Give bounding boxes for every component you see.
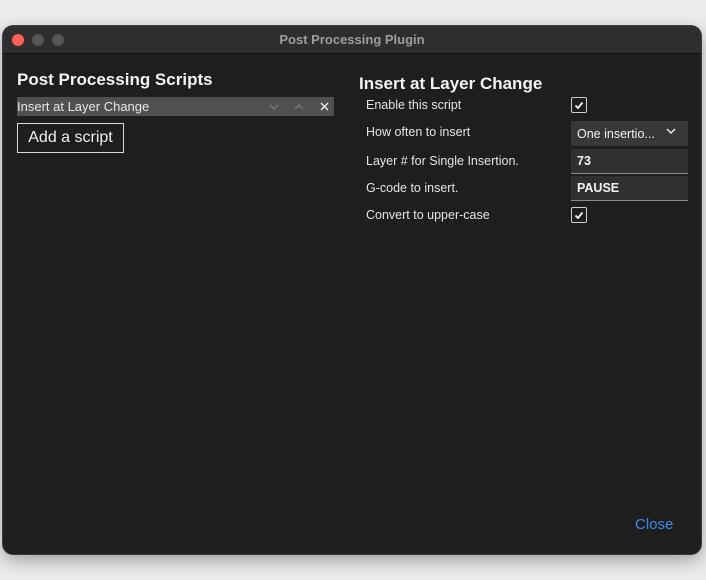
layer-number-label: Layer # for Single Insertion.	[366, 154, 519, 168]
uppercase-checkbox[interactable]	[571, 207, 587, 223]
plugin-window: Post Processing Plugin Post Processing S…	[3, 26, 701, 554]
how-often-value: One insertio...	[577, 126, 655, 141]
gcode-value: PAUSE	[577, 181, 620, 195]
chevron-down-icon	[666, 128, 676, 134]
script-settings-heading: Insert at Layer Change	[359, 74, 543, 93]
layer-number-value: 73	[577, 154, 591, 168]
chevron-up-icon[interactable]	[292, 97, 306, 116]
script-item-label: Insert at Layer Change	[17, 99, 150, 114]
close-icon[interactable]	[317, 97, 331, 116]
gcode-input[interactable]: PAUSE	[571, 176, 688, 201]
checkmark-icon	[574, 211, 584, 219]
close-button[interactable]: Close	[635, 516, 673, 533]
chevron-down-icon[interactable]	[267, 97, 281, 116]
script-list-item[interactable]: Insert at Layer Change	[17, 97, 334, 116]
add-script-button[interactable]: Add a script	[17, 123, 124, 153]
enable-script-label: Enable this script	[366, 98, 462, 112]
how-often-label: How often to insert	[366, 125, 471, 139]
enable-script-checkbox[interactable]	[571, 97, 587, 113]
how-often-dropdown[interactable]: One insertio...	[571, 121, 688, 146]
window-title: Post Processing Plugin	[279, 32, 425, 47]
checkmark-icon	[574, 101, 584, 109]
uppercase-label: Convert to upper-case	[366, 208, 490, 222]
title-bar: Post Processing Plugin	[3, 26, 701, 54]
scripts-heading: Post Processing Scripts	[17, 70, 213, 89]
layer-number-input[interactable]: 73	[571, 149, 688, 174]
gcode-label: G-code to insert.	[366, 181, 459, 195]
